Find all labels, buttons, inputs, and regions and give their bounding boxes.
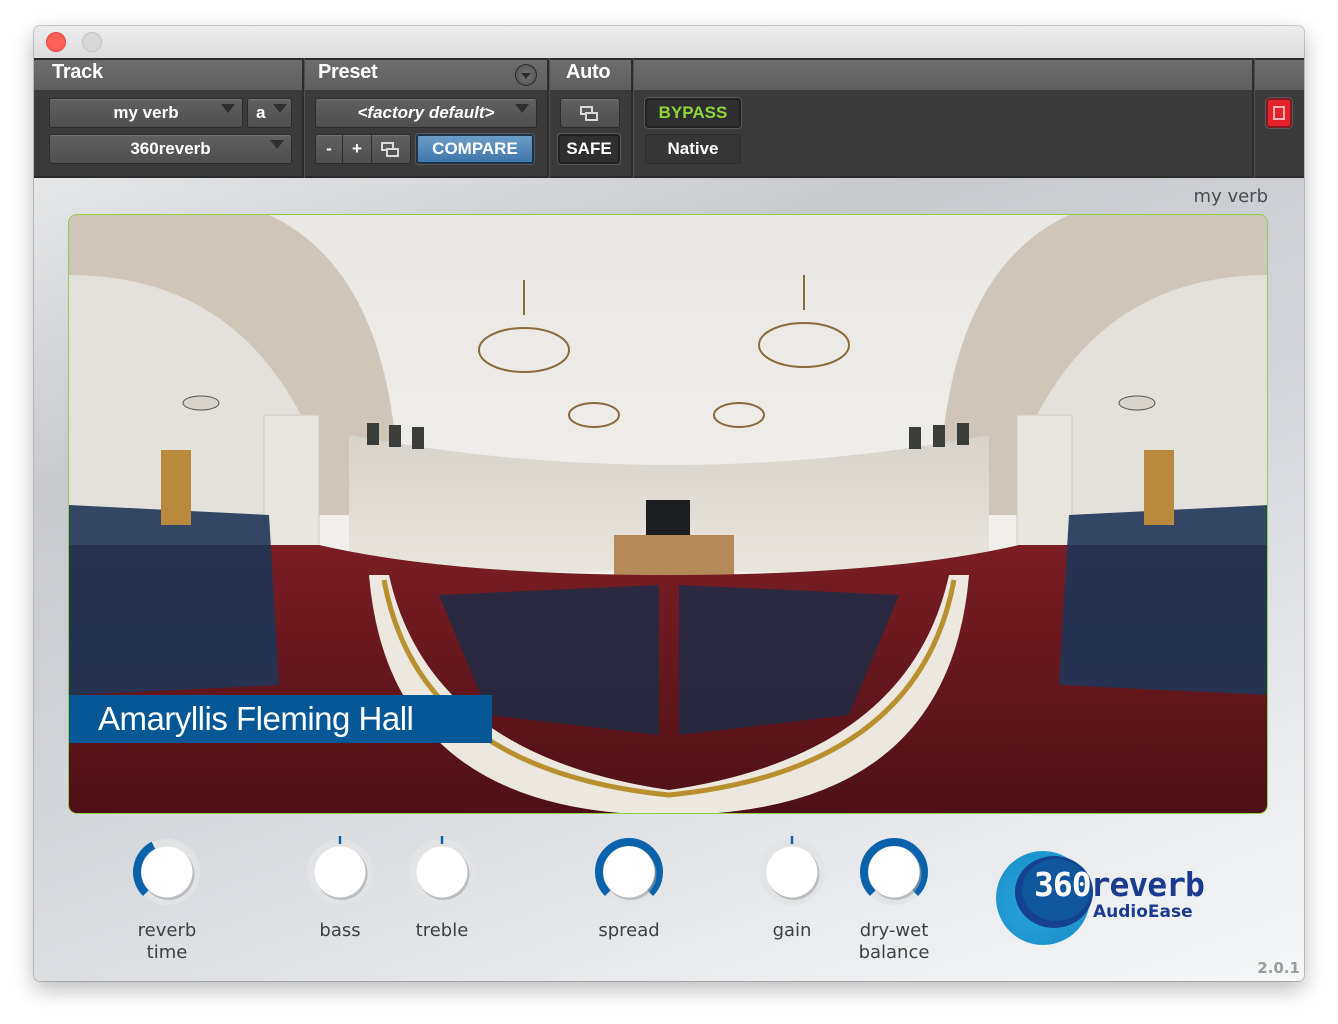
preset-name-value: <factory default> <box>357 103 495 122</box>
automation-windows-icon <box>580 105 600 122</box>
knob-label-dry-wet-balance: dry-wet balance <box>824 920 964 964</box>
knob-label-reverb-time: reverb time <box>97 920 237 964</box>
knob-bass[interactable] <box>302 834 378 910</box>
track-section-title: Track <box>52 61 103 83</box>
chevron-down-icon <box>221 104 235 113</box>
minimize-window-button[interactable] <box>82 32 102 52</box>
knob-label-line: dry-wet <box>859 920 929 941</box>
stage <box>614 535 734 575</box>
plugin-selector[interactable]: 360reverb <box>49 134 292 164</box>
plugin-name-value: 360reverb <box>130 139 211 158</box>
knob-label-line: time <box>146 942 188 963</box>
logo-brand-word: reverb <box>1090 865 1205 904</box>
logo-wordmark: 360reverb <box>1034 865 1205 904</box>
track-name-label: my verb <box>1193 186 1268 207</box>
impulse-response-photo[interactable]: Amaryllis Fleming Hall <box>68 214 1268 814</box>
right-ceiling-lamp <box>1118 395 1156 411</box>
target-plugin-button[interactable] <box>1266 98 1292 128</box>
automation-window-button[interactable] <box>560 98 620 128</box>
stage-curtain <box>646 500 690 535</box>
chevron-down-icon <box>270 140 284 149</box>
track-name-value: my verb <box>113 103 179 122</box>
knob-cap <box>416 846 468 898</box>
logo-brand-number: 360 <box>1034 865 1092 904</box>
knob-label-line: balance <box>858 942 930 963</box>
native-indicator[interactable]: Native <box>645 134 741 164</box>
knob-gain[interactable] <box>754 834 830 910</box>
knob-label-line: treble <box>415 920 469 941</box>
hall-name-caption: Amaryllis Fleming Hall <box>69 695 492 743</box>
track-channel-value: a <box>256 103 266 122</box>
divider <box>547 58 550 178</box>
copy-settings-button[interactable] <box>372 135 410 163</box>
left-door <box>161 450 191 525</box>
track-name-selector[interactable]: my verb <box>49 98 243 128</box>
plugin-body: my verb Amaryllis Fleming Hall reverb ti… <box>34 178 1304 981</box>
plugin-window: Track Preset Auto my verb a 360reverb <f… <box>34 26 1304 981</box>
knob-spread[interactable] <box>591 834 667 910</box>
preset-menu-button[interactable] <box>515 64 537 86</box>
chevron-down-icon <box>273 104 287 113</box>
divider <box>1252 58 1255 178</box>
preset-nav-group: - + <box>315 134 411 164</box>
right-door <box>1144 450 1174 525</box>
right-side-seats <box>1059 505 1267 695</box>
header-label-strip <box>34 58 1304 90</box>
next-preset-button[interactable]: + <box>343 135 372 163</box>
knob-dry-wet-balance[interactable] <box>856 834 932 910</box>
target-icon <box>1273 106 1285 120</box>
left-side-seats <box>69 505 279 695</box>
knob-label-spread: spread <box>559 920 699 942</box>
chevron-down-icon <box>515 104 529 113</box>
knob-cap <box>766 846 818 898</box>
title-bar <box>34 26 1304 59</box>
protools-plugin-header: Track Preset Auto my verb a 360reverb <f… <box>34 58 1304 178</box>
logo-company: AudioEase <box>1093 902 1193 922</box>
close-window-button[interactable] <box>46 32 66 52</box>
minus-label: - <box>326 139 332 158</box>
auto-section-title: Auto <box>566 61 611 83</box>
plus-label: + <box>352 139 362 158</box>
safe-button[interactable]: SAFE <box>558 134 620 164</box>
version-label: 2.0.1 <box>1257 959 1300 977</box>
knob-cap <box>141 846 193 898</box>
knob-label-line: reverb <box>137 920 197 941</box>
divider <box>631 58 634 178</box>
divider <box>302 58 305 178</box>
preset-section-title: Preset <box>318 61 378 83</box>
bypass-button[interactable]: BYPASS <box>645 98 741 128</box>
compare-button[interactable]: COMPARE <box>416 134 534 164</box>
knob-label-treble: treble <box>372 920 512 942</box>
knob-label-line: spread <box>598 920 660 941</box>
preset-selector[interactable]: <factory default> <box>315 98 537 128</box>
knob-treble[interactable] <box>404 834 480 910</box>
left-ceiling-lamp <box>182 395 220 411</box>
previous-preset-button[interactable]: - <box>316 135 343 163</box>
360reverb-logo: 360reverb AudioEase <box>996 851 1256 951</box>
knob-cap <box>314 846 366 898</box>
knob-cap <box>868 846 920 898</box>
track-channel-selector[interactable]: a <box>247 98 292 128</box>
knob-reverb-time[interactable] <box>129 834 205 910</box>
knob-cap <box>603 846 655 898</box>
copy-windows-icon <box>381 141 401 158</box>
